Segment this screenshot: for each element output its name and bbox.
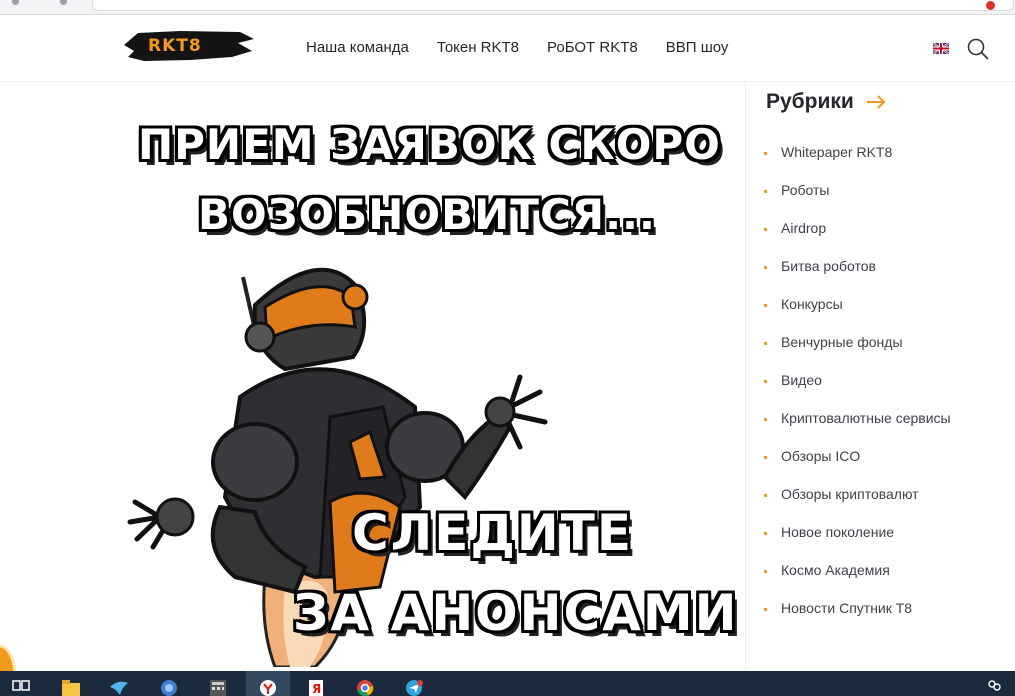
bullet-icon (764, 418, 767, 421)
nav-item-team[interactable]: Наша команда (306, 39, 409, 56)
telegram-icon[interactable] (403, 675, 425, 696)
category-label: Обзоры ICO (781, 448, 861, 464)
arrow-right-icon[interactable] (866, 95, 886, 109)
yandex-browser-icon[interactable] (257, 675, 279, 696)
category-item[interactable]: Обзоры криптовалют (764, 486, 951, 524)
bullet-icon (764, 266, 767, 269)
category-item[interactable]: Роботы (764, 182, 951, 220)
category-label: Битва роботов (781, 258, 876, 274)
category-item[interactable]: Обзоры ICO (764, 448, 951, 486)
nav-item-token[interactable]: Токен RKT8 (437, 39, 519, 56)
category-item[interactable]: Конкурсы (764, 296, 951, 334)
floating-chat-button[interactable] (0, 644, 16, 671)
category-item[interactable]: Битва роботов (764, 258, 951, 296)
category-label: Космо Академия (781, 562, 890, 578)
bullet-icon (764, 380, 767, 383)
category-label: Криптовалютные сервисы (781, 410, 951, 426)
record-icon (986, 1, 995, 10)
category-item[interactable]: Видео (764, 372, 951, 410)
banner-line-4: за анонсами (293, 584, 739, 642)
bird-app-icon[interactable] (108, 675, 130, 696)
bullet-icon (764, 532, 767, 535)
sidebar-heading: Рубрики (766, 90, 886, 114)
category-label: Видео (781, 372, 822, 388)
windows-taskbar: Я (0, 671, 1015, 696)
category-label: Обзоры криптовалют (781, 486, 919, 502)
browser-chrome (0, 0, 1015, 15)
site-header: RKT8 Наша команда Токен RKT8 РоБОТ RKT8 … (0, 15, 1015, 81)
category-label: Whitepaper RKT8 (781, 144, 893, 160)
category-item[interactable]: Whitepaper RKT8 (764, 144, 951, 182)
bullet-icon (764, 342, 767, 345)
people-icon[interactable] (983, 675, 1005, 696)
category-label: Airdrop (781, 220, 827, 236)
sidebar: Рубрики Whitepaper RKT8 Роботы Airdrop Б… (745, 82, 1015, 671)
category-item[interactable]: Новости Спутник Т8 (764, 600, 951, 638)
category-label: Новое поколение (781, 524, 895, 540)
bullet-icon (764, 152, 767, 155)
banner-line-1: Прием заявок скоро (138, 120, 721, 169)
bullet-icon (764, 304, 767, 307)
svg-text:Я: Я (312, 682, 321, 696)
banner-line-3: Следите (352, 504, 634, 562)
bullet-icon (764, 570, 767, 573)
category-item[interactable]: Новое поколение (764, 524, 951, 562)
chrome-icon[interactable] (354, 675, 376, 696)
yandex-icon[interactable]: Я (305, 675, 327, 696)
bullet-icon (764, 494, 767, 497)
file-explorer-icon[interactable] (60, 675, 82, 696)
bullet-icon (764, 228, 767, 231)
uk-flag-icon[interactable] (933, 43, 949, 54)
bullet-icon (764, 190, 767, 193)
address-bar[interactable] (92, 0, 1014, 11)
category-item[interactable]: Криптовалютные сервисы (764, 410, 951, 448)
nav-item-robot[interactable]: РоБОТ RKT8 (547, 39, 638, 56)
category-item[interactable]: Венчурные фонды (764, 334, 951, 372)
bullet-icon (764, 608, 767, 611)
task-view-icon[interactable] (10, 675, 32, 696)
category-label: Венчурные фонды (781, 334, 903, 350)
bullet-icon (764, 456, 767, 459)
main-banner: Прием заявок скоро возобновится... Следи… (0, 82, 745, 671)
tab-dot-icon (12, 0, 19, 5)
main-nav: Наша команда Токен RKT8 РоБОТ RKT8 ВВП ш… (306, 39, 756, 56)
category-list: Whitepaper RKT8 Роботы Airdrop Битва роб… (764, 144, 951, 638)
search-icon[interactable] (966, 37, 990, 61)
nav-item-vvp-show[interactable]: ВВП шоу (666, 39, 729, 56)
sidebar-title: Рубрики (766, 90, 854, 113)
calculator-icon[interactable] (207, 675, 229, 696)
tab-dot-icon (60, 0, 67, 5)
category-item[interactable]: Airdrop (764, 220, 951, 258)
category-item[interactable]: Космо Академия (764, 562, 951, 600)
category-label: Роботы (781, 182, 830, 198)
logo-text: RKT8 (148, 36, 202, 56)
game-icon[interactable] (158, 675, 180, 696)
category-label: Новости Спутник Т8 (781, 600, 913, 616)
banner-line-2: возобновится... (198, 190, 656, 239)
category-label: Конкурсы (781, 296, 843, 312)
site-logo[interactable]: RKT8 (120, 27, 256, 65)
